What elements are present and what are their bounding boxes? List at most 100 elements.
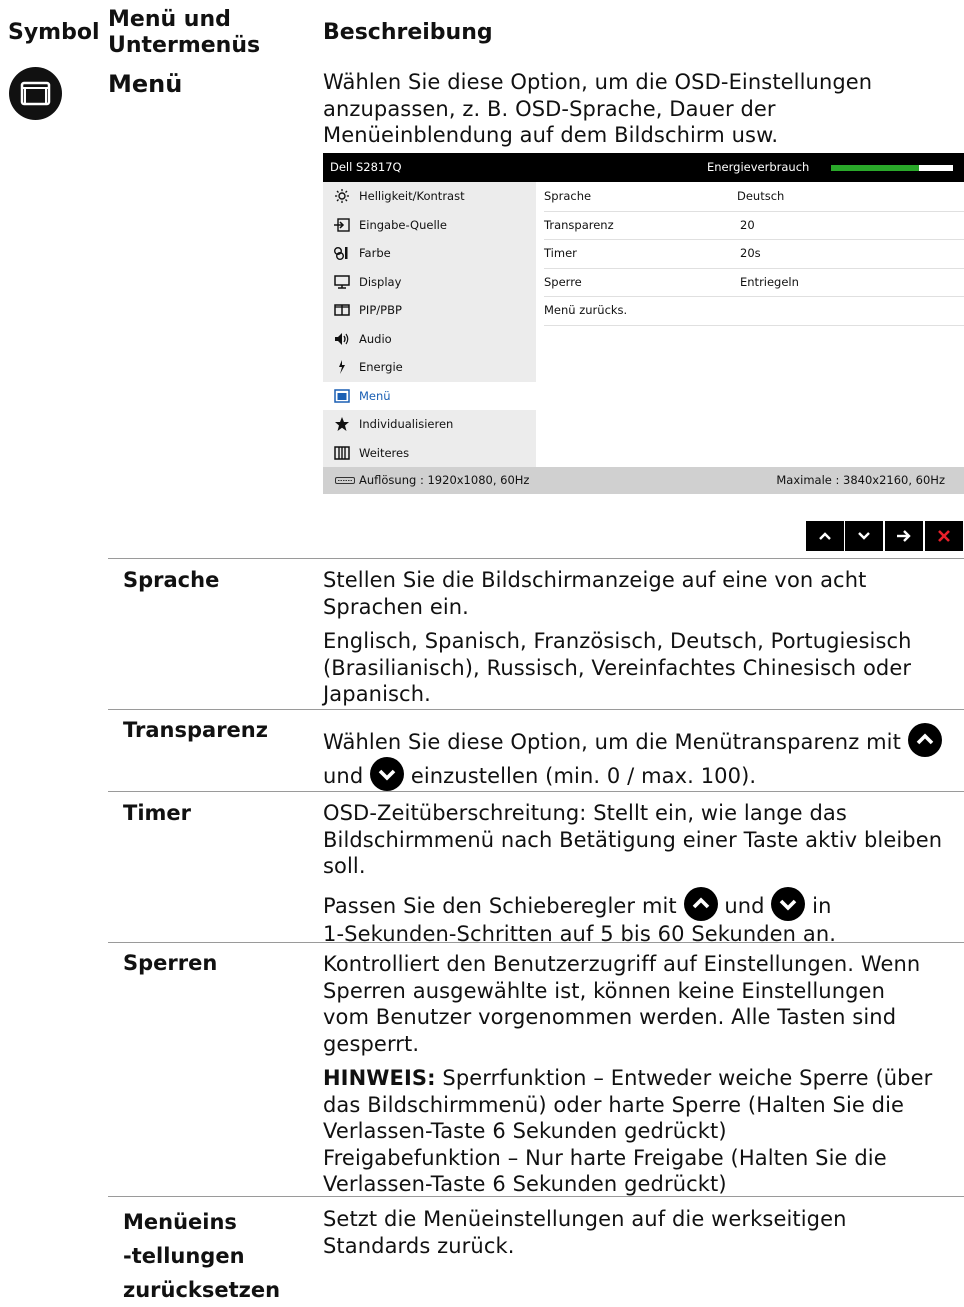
connector-icon [335,477,355,484]
osd-setting-value: Entriegeln [740,274,799,289]
text-line: Stellen Sie die Bildschirmanzeige auf ei… [323,568,867,592]
osd-setting-name: Menü zurücks. [544,303,628,317]
osd-model-name: Dell S2817Q [330,160,402,174]
others-icon [334,445,350,460]
menu-symbol-icon [9,67,62,120]
menu-desc-line: Wählen Sie diese Option, um die OSD-Eins… [323,70,873,94]
osd-menu-item-label: Audio [359,331,392,346]
osd-menu-item-label: Farbe [359,246,391,260]
close-button[interactable] [925,521,963,551]
text-line: das Bildschirmmenü) oder harte Sperre (H… [323,1092,905,1117]
osd-menu-item-others[interactable]: Weiteres [323,439,536,468]
text-line: Freigabefunktion – Nur harte Freigabe (H… [323,1145,887,1170]
up-button[interactable] [806,521,844,551]
osd-title-bar: Dell S2817Q Energieverbrauch [323,153,964,182]
menu-desc-line: Menüeinblendung auf dem Bildschirm usw. [323,123,779,147]
osd-setting-row[interactable]: Timer 20s [544,239,964,269]
osd-max-resolution: Maximale : 3840x2160, 60Hz [776,473,945,487]
osd-menu-item-energy[interactable]: Energie [323,353,536,382]
row-label-sprache: Sprache [123,568,220,592]
osd-menu-item-color[interactable]: Farbe [323,239,536,268]
osd-setting-row[interactable]: Menü zurücks. [544,296,964,326]
reset-label-line: -tellungen [123,1244,245,1268]
text-line: Wählen Sie diese Option, um die Menütran… [323,730,901,754]
row-desc-timer: OSD-Zeitüberschreitung: Stellt ein, wie … [323,800,942,947]
col-header-menu: Menü und Untermenüs [108,7,260,59]
up-icon [819,532,831,540]
row-desc-transparenz: Wählen Sie diese Option, um die Menütran… [323,723,964,791]
row-desc-sperren: Kontrolliert den Benutzerzugriff auf Ein… [323,951,932,1198]
star-icon [335,417,349,431]
down-button[interactable] [845,521,883,551]
osd-setting-name: Transparenz [544,217,614,232]
text-line: vom Benutzer vorgenommen werden. Alle Ta… [323,1005,897,1029]
osd-screenshot: Dell S2817Q Energieverbrauch Helligkeit/… [323,153,964,494]
display-icon [334,274,350,289]
row-label-transparenz: Transparenz [123,718,268,742]
osd-setting-row[interactable]: Transparenz 20 [544,211,964,240]
osd-menu-item-menu[interactable]: Menü [323,381,536,410]
col-header-description: Beschreibung [323,20,493,45]
osd-menu-item-label: PIP/PBP [359,303,402,317]
row-divider [108,558,964,559]
osd-menu-item-input-source[interactable]: Eingabe-Quelle [323,211,536,240]
note-label: HINWEIS: [323,1066,436,1090]
text-line: soll. [323,854,366,878]
osd-setting-row[interactable]: Sperre Entriegeln [544,268,964,297]
osd-setting-row[interactable]: Sprache Deutsch [544,182,964,212]
row-label-reset: Menüeins -tellungen zurücksetzen [123,1205,280,1307]
text-line: Kontrolliert den Benutzerzugriff auf Ein… [323,952,921,976]
col-header-symbol: Symbol [8,20,100,45]
energy-meter [831,165,953,171]
osd-settings-panel: Sprache Deutsch Transparenz 20 Timer 20s… [536,182,964,467]
osd-menu-item-label: Menü [359,388,391,403]
row-divider [108,709,964,710]
text-line: Englisch, Spanisch, Französisch, Deutsch… [323,629,912,653]
osd-setting-value: 20 [740,217,755,232]
color-icon [334,247,348,260]
row-desc-sprache: Stellen Sie die Bildschirmanzeige auf ei… [323,567,912,708]
text-line: OSD-Zeitüberschreitung: Stellt ein, wie … [323,801,847,825]
osd-menu-item-label: Energie [359,360,403,374]
menu-description: Wählen Sie diese Option, um die OSD-Eins… [323,69,872,149]
text-line: Standards zurück. [323,1233,515,1258]
text-line: Verlassen-Taste 6 Sekunden gedrückt) [323,1119,727,1143]
brightness-icon [335,189,349,203]
down-circle-icon [370,757,405,791]
text-line: Sperrfunktion – Entweder weiche Sperre (… [442,1066,933,1090]
osd-setting-name: Sprache [544,189,592,203]
osd-setting-value: Deutsch [737,189,785,203]
text-line: und [724,893,765,918]
osd-status-bar: Auflösung : 1920x1080, 60Hz Maximale : 3… [323,467,964,494]
text-line: Japanisch. [323,682,431,706]
text-line: Sperren ausgewählte ist, können keine Ei… [323,978,885,1003]
text-line: gesperrt. [323,1031,420,1056]
osd-menu-item-brightness[interactable]: Helligkeit/Kontrast [323,182,536,211]
text-line: Bildschirmmenü nach Betätigung einer Tas… [323,827,943,852]
up-circle-icon [683,886,718,921]
row-label-sperren: Sperren [123,951,218,975]
text-line: in [812,893,832,918]
enter-button[interactable] [885,521,923,551]
row-label-timer: Timer [123,801,192,825]
osd-menu-item-pip-pbp[interactable]: PIP/PBP [323,296,536,325]
text-line: Passen Sie den Schieberegler mit [323,893,677,918]
menu-desc-line: anzupassen, z. B. OSD-Sprache, Dauer der [323,96,776,121]
reset-label-line: Menüeins [123,1210,237,1234]
text-line: Sprachen ein. [323,594,469,619]
osd-energy-label: Energieverbrauch [707,160,810,174]
text-line: einzustellen (min. 0 / max. 100). [410,764,757,788]
right-arrow-icon [897,530,911,542]
osd-menu-item-display[interactable]: Display [323,268,536,297]
col-header-menu-line2: Untermenüs [108,33,261,58]
osd-menu-item-label: Display [359,274,402,289]
menu-icon [334,388,350,403]
osd-menu-item-audio[interactable]: Audio [323,325,536,354]
up-circle-icon [907,723,942,757]
row-desc-reset: Setzt die Menüeinstellungen auf die werk… [323,1206,847,1259]
osd-menu-item-label: Weiteres [359,445,410,460]
down-icon [858,532,870,540]
audio-icon [335,332,349,345]
osd-menu-item-personalize[interactable]: Individualisieren [323,410,536,439]
osd-setting-name: Timer [544,246,577,260]
